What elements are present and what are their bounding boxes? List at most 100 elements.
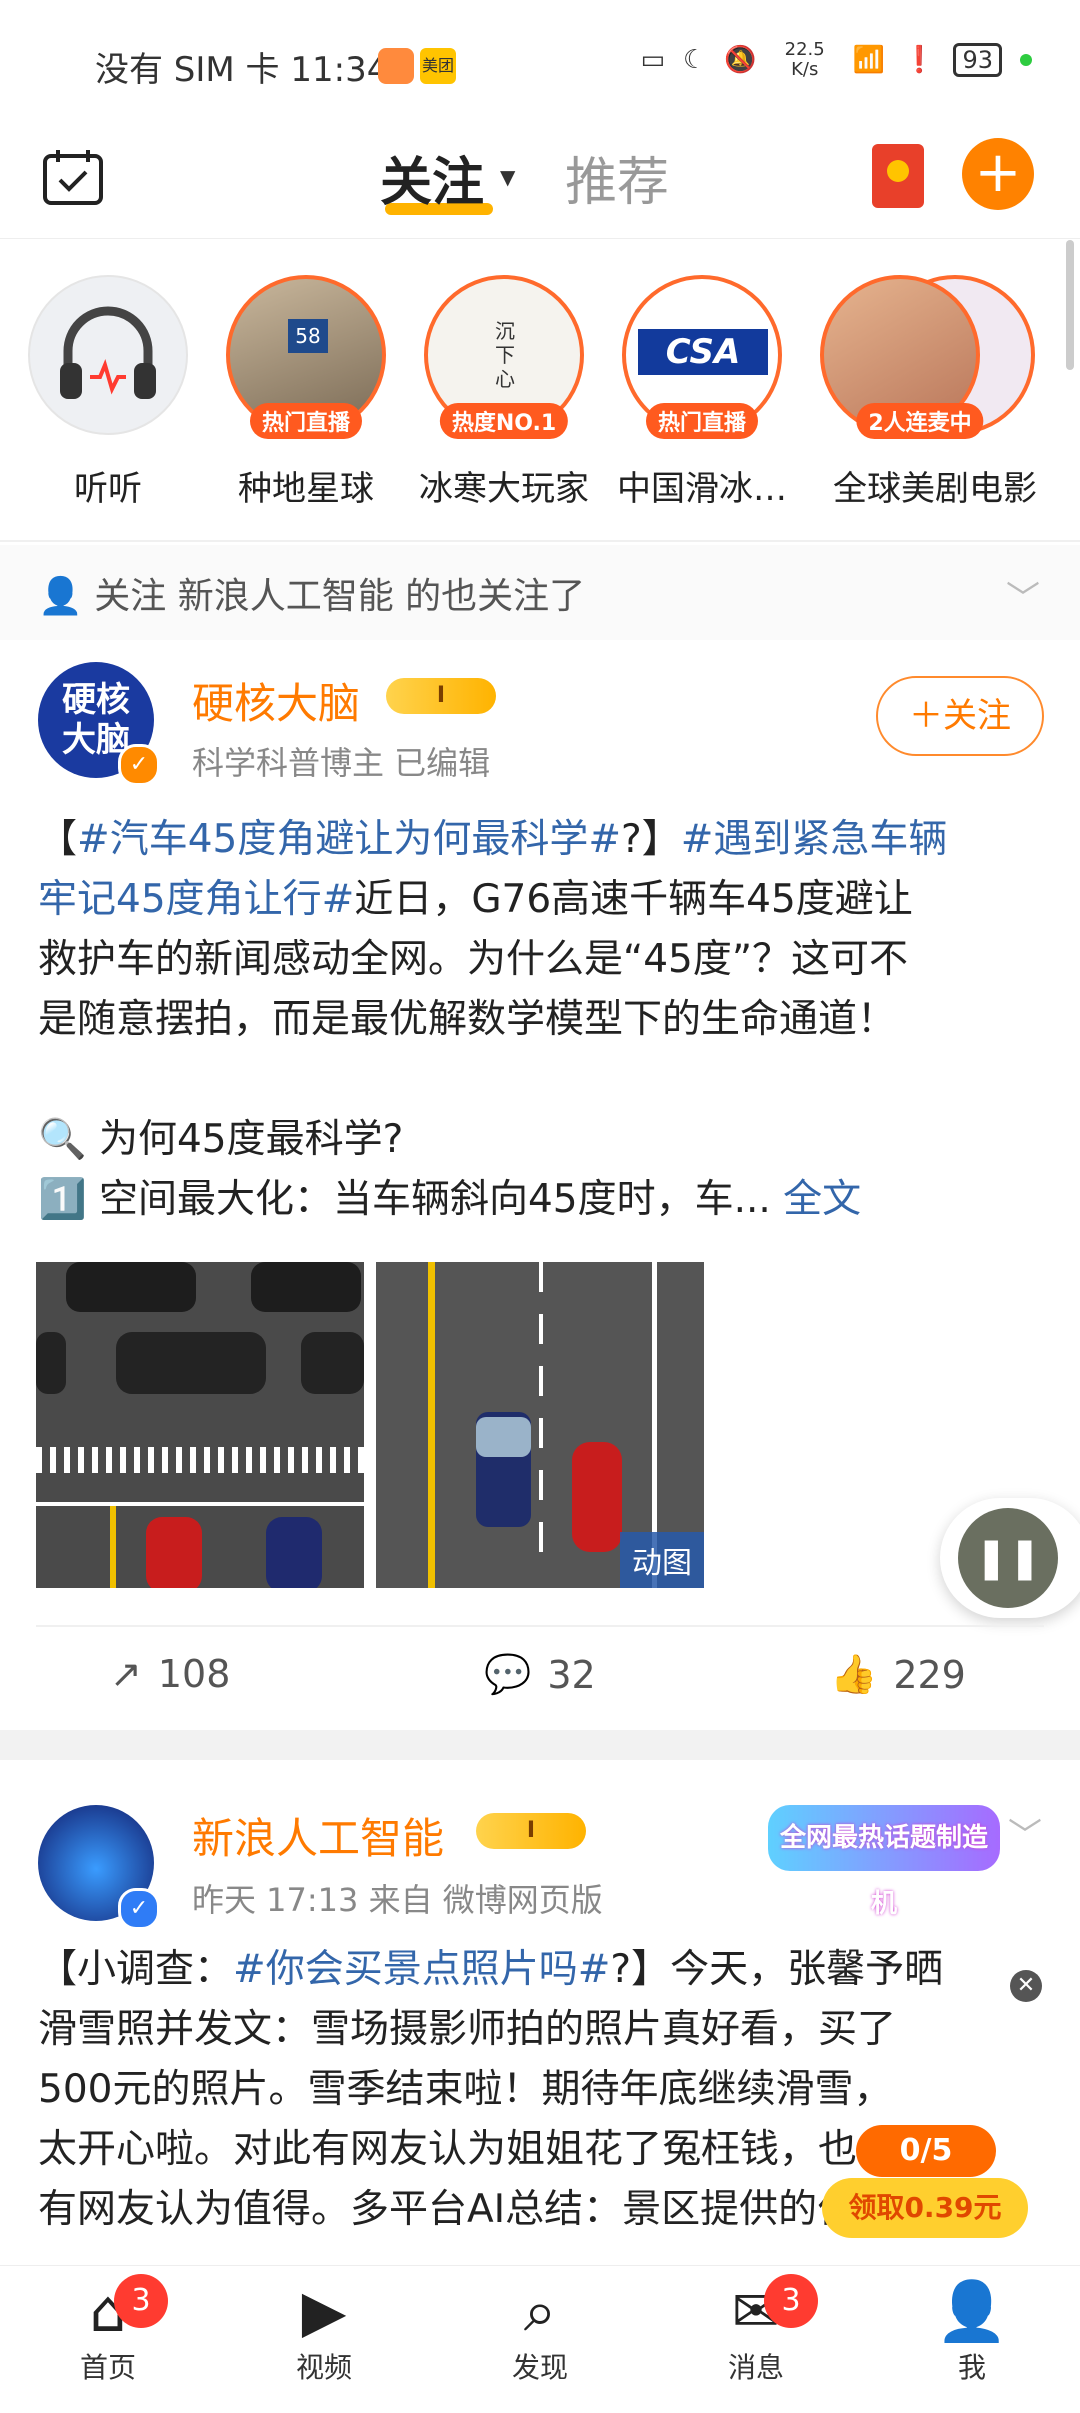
text: 【小调查： (38, 1947, 234, 1992)
moon-icon: ☾ (683, 45, 707, 75)
full-text-link[interactable]: 全文 (783, 1177, 861, 1222)
chevron-down-icon[interactable]: ﹀ (1006, 571, 1040, 620)
comment-button[interactable]: 💬 32 (484, 1652, 596, 1697)
hashtag-link[interactable]: #遇到紧急车辆 (681, 817, 948, 862)
search-icon: ⌕ (523, 2277, 557, 2345)
share-icon: ↗ (110, 1652, 142, 1696)
mute-icon: 🔕 (724, 45, 757, 75)
nav-label: 发现 (511, 2351, 568, 2384)
alert-icon: ❗ (903, 45, 936, 75)
divider (36, 1625, 1044, 1627)
story-item[interactable]: 2人连麦中 全球美剧电影 (800, 275, 1060, 510)
vip-badge-icon: I (476, 1813, 586, 1849)
nav-messages[interactable]: ✉ 消息 3 (676, 2274, 836, 2386)
calendar-icon[interactable] (42, 148, 104, 206)
repost-count: 108 (157, 1652, 231, 1696)
post-gif[interactable]: 动图 (376, 1262, 704, 1588)
app-notification-icon (378, 48, 414, 84)
play-pause-icon: ❚❚ (958, 1508, 1058, 1608)
thumbs-up-icon: 👍 (830, 1652, 878, 1696)
meituan-notification-icon: 美团 (420, 48, 456, 84)
floating-media-button[interactable]: ❚❚ (940, 1498, 1080, 1618)
story-name: 冰寒大玩家 (419, 469, 589, 509)
nav-video[interactable]: ▶ 视频 (244, 2276, 404, 2386)
status-bar: 没有 SIM 卡 11:34 美团 ▭ ☾ 🔕 22.5 K/s 📶 ❗ 93 (0, 0, 1080, 120)
notification-badge: 3 (114, 2274, 168, 2328)
divider (0, 540, 1080, 542)
hashtag-link[interactable]: #你会买景点照片吗# (233, 1947, 610, 1992)
text: 滑雪照并发文：雪场摄影师拍的照片真好看，买了 (38, 2007, 897, 2052)
text: 近日，G76高速千辆车45度避让 (354, 877, 913, 922)
story-tag: 热门直播 (249, 403, 363, 439)
post-meta: 科学科普博主 已编辑 (192, 744, 491, 782)
hot-topic-banner[interactable]: 全网最热话题制造机 (768, 1805, 1000, 1919)
post-username[interactable]: 硬核大脑 (192, 670, 360, 731)
gif-label: 动图 (620, 1532, 704, 1588)
text: 【 (38, 817, 78, 862)
story-item[interactable]: 听听 (8, 275, 208, 510)
recommendation-label: 关注 新浪人工智能 的也关注了 (94, 576, 586, 617)
bottom-navigation: ⌂ 首页 3 ▶ 视频 ⌕ 发现 ✉ 消息 3 👤 我 (0, 2265, 1080, 2413)
nav-home[interactable]: ⌂ 首页 3 (28, 2274, 188, 2386)
battery-indicator: 93 (953, 43, 1002, 77)
post-card: 硬核大脑 ✓ 硬核大脑 I 科学科普博主 已编辑 ＋关注 【#汽车45度角避让为… (0, 640, 1080, 1730)
tab-follow[interactable]: 关注 (380, 140, 484, 215)
post-body: 【#汽车45度角避让为何最科学#?】#遇到紧急车辆 牢记45度角让行#近日，G7… (38, 810, 1048, 1230)
comment-icon: 💬 (484, 1652, 532, 1696)
text: 500元的照片。雪季结束啦！期待年底继续滑雪， (38, 2067, 893, 2112)
close-icon[interactable]: ✕ (1010, 1970, 1042, 2002)
notification-badge: 3 (764, 2274, 818, 2328)
repost-button[interactable]: ↗ 108 (110, 1652, 230, 1696)
story-item[interactable]: 58 热门直播 种地星球 (206, 275, 406, 510)
status-right: ▭ ☾ 🔕 22.5 K/s 📶 ❗ 93 (640, 40, 1032, 80)
headphones-icon (28, 275, 188, 435)
status-left-text: 没有 SIM 卡 11:34 (95, 50, 389, 90)
story-name: 种地星球 (238, 469, 374, 509)
post-separator (0, 1730, 1080, 1760)
story-tag: 2人连麦中 (856, 403, 984, 439)
verified-badge-icon: ✓ (118, 744, 160, 786)
story-tag: 热门直播 (645, 403, 759, 439)
story-item[interactable]: CSA 热门直播 中国滑冰… (602, 275, 802, 510)
post-image[interactable] (36, 1262, 364, 1588)
story-item[interactable]: 沉下心 热度NO.1 冰寒大玩家 (404, 275, 604, 510)
scrollbar[interactable] (1066, 240, 1074, 370)
cast-icon: ▭ (640, 45, 666, 75)
hashtag-link[interactable]: #汽车45度角避让为何最科学# (77, 817, 621, 862)
like-count: 229 (893, 1652, 966, 1697)
privacy-dot (1020, 54, 1032, 66)
nav-label: 消息 (727, 2351, 784, 2384)
like-button[interactable]: 👍 229 (830, 1652, 966, 1697)
verified-badge-icon: ✓ (118, 1888, 160, 1930)
user-icon: 👤 (935, 2277, 1009, 2345)
nav-label: 首页 (79, 2351, 136, 2384)
chevron-down-icon[interactable]: ▼ (500, 165, 515, 189)
add-icon[interactable]: + (962, 138, 1034, 210)
reward-counter: 0/5 (856, 2125, 996, 2177)
post-meta: 昨天 17:13 来自 微博网页版 (192, 1881, 603, 1919)
recommendation-strip[interactable]: 👤 关注 新浪人工智能 的也关注了 ﹀ (0, 545, 1080, 640)
hashtag-link[interactable]: 牢记45度角让行# (38, 877, 354, 922)
red-envelope-icon[interactable] (872, 144, 924, 208)
comment-count: 32 (547, 1652, 596, 1697)
net-speed: 22.5 K/s (784, 39, 825, 80)
nav-label: 视频 (295, 2351, 352, 2384)
text: ?】今天，张馨予晒 (610, 1947, 944, 1992)
text: ?】 (621, 817, 681, 862)
story-tag: 热度NO.1 (439, 403, 569, 439)
vip-badge-icon: I (386, 678, 496, 714)
top-header: 关注 ▼ 推荐 + (0, 120, 1080, 239)
nav-discover[interactable]: ⌕ 发现 (460, 2276, 620, 2386)
story-row: 听听 58 热门直播 种地星球 沉下心 热度NO.1 冰寒大玩家 CSA 热门直… (0, 240, 1080, 540)
nav-me[interactable]: 👤 我 (892, 2276, 1052, 2386)
banner-text: 全网最热话题制造机 (779, 1823, 988, 1919)
follow-button[interactable]: ＋关注 (876, 676, 1044, 756)
text: 救护车的新闻感动全网。为什么是“45度”？这可不 (38, 937, 909, 982)
recommendation-text: 👤 关注 新浪人工智能 的也关注了 (38, 567, 585, 619)
claim-reward-button[interactable]: 领取0.39元 (822, 2178, 1028, 2238)
tab-recommend[interactable]: 推荐 (565, 140, 669, 215)
chevron-down-icon[interactable]: ﹀ (1008, 1808, 1042, 1857)
post-username[interactable]: 新浪人工智能 (192, 1805, 444, 1866)
wifi-icon: 📶 (852, 45, 886, 75)
nav-label: 我 (957, 2351, 986, 2384)
